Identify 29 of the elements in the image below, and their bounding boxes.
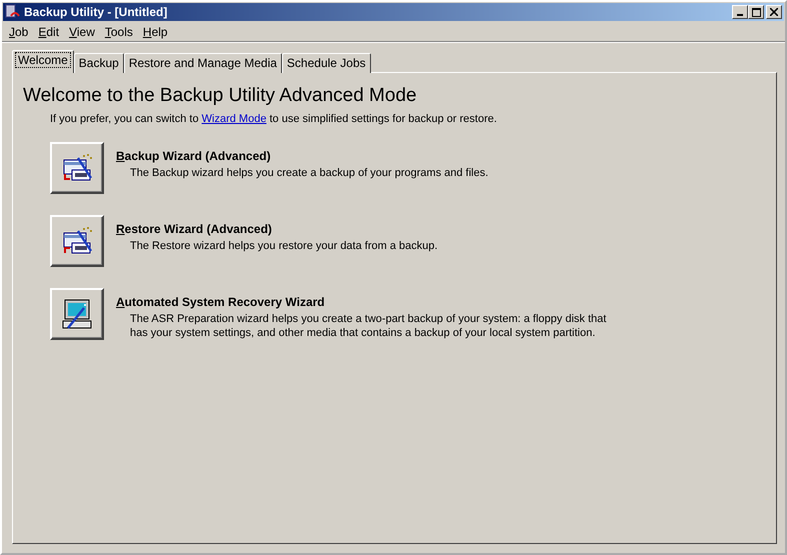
intro-text: If you prefer, you can switch to Wizard Mode to use simplified settings for backup or restore. (50, 113, 498, 125)
wizard-description: The Backup wizard helps you create a backup of your programs and files. (130, 166, 488, 180)
wizard-title: Automated System Recovery Wizard (116, 295, 326, 309)
wizard-title: Backup Wizard (Advanced) (116, 149, 272, 163)
menu-item[interactable]: Edit (33, 24, 64, 38)
menu-item[interactable]: View (64, 24, 100, 38)
wizard-description: The ASR Preparation wizard helps you create a two-part backup of your system: a floppy disk that has your system settings, and other media that contains a backup of your local system partition. (130, 312, 608, 340)
page-heading: Welcome to the Backup Utility Advanced Mode (23, 85, 418, 107)
close-button[interactable] (766, 5, 782, 19)
tab[interactable]: Schedule Jobs (282, 53, 371, 73)
window-title: Backup Utility - [Untitled] (24, 5, 168, 19)
menu-item[interactable]: Help (138, 24, 173, 38)
maximize-button[interactable] (748, 5, 764, 19)
menu-item[interactable]: Tools (100, 24, 138, 38)
tab[interactable]: Restore and Manage Media (124, 53, 282, 73)
tab[interactable]: Backup (74, 53, 124, 73)
wizard-mode-link[interactable]: Wizard Mode (202, 113, 266, 125)
menu-item[interactable]: Job (4, 24, 34, 38)
wizard-button[interactable] (50, 288, 104, 340)
computer-wizard-icon (60, 298, 94, 330)
wizard-button[interactable] (50, 142, 104, 194)
wizard-title: Restore Wizard (Advanced) (116, 222, 273, 236)
wizard-button[interactable] (50, 215, 104, 267)
minimize-button[interactable] (732, 5, 748, 19)
close-icon (770, 8, 778, 16)
wizard-description: The Restore wizard helps you restore your data from a backup. (130, 239, 438, 253)
app-icon (5, 4, 21, 20)
tab[interactable]: Welcome (12, 50, 74, 73)
maximize-icon (752, 8, 760, 16)
